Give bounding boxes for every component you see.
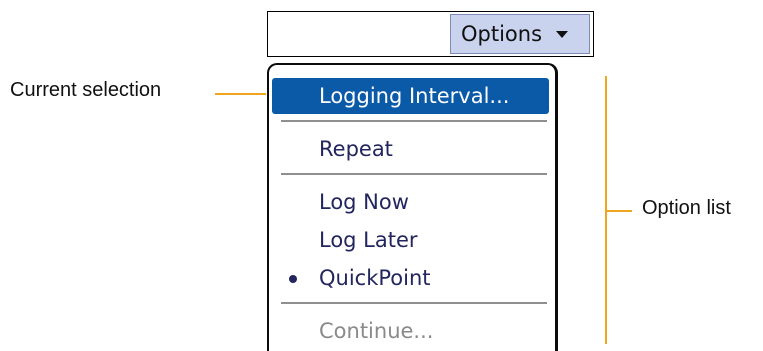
options-label: Options xyxy=(461,22,543,46)
menu-item-repeat[interactable]: Repeat xyxy=(269,131,555,167)
menu-separator xyxy=(281,120,547,122)
menu-separator xyxy=(281,173,547,175)
menu-item-continue: Continue... xyxy=(269,313,555,349)
options-menu: Logging Interval... Repeat Log Now Log L… xyxy=(267,63,558,351)
menu-item-label: QuickPoint xyxy=(319,266,431,290)
menu-item-log-later[interactable]: Log Later xyxy=(269,222,555,258)
menu-item-label: Log Later xyxy=(319,228,418,252)
menu-item-label: Repeat xyxy=(319,137,393,161)
callout-current-selection: Current selection xyxy=(10,79,162,101)
menu-item-label: Logging Interval... xyxy=(319,84,510,108)
chevron-down-icon xyxy=(556,30,569,38)
menu-item-quickpoint[interactable]: QuickPoint xyxy=(269,260,555,296)
callout-option-list: Option list xyxy=(642,197,731,219)
options-dropdown-button[interactable]: Options xyxy=(450,14,590,54)
callout-line xyxy=(215,93,266,95)
checked-bullet-icon xyxy=(289,275,297,283)
menu-item-label: Continue... xyxy=(319,319,434,343)
menu-item-logging-interval[interactable]: Logging Interval... xyxy=(272,78,549,114)
menu-item-log-now[interactable]: Log Now xyxy=(269,184,555,220)
menu-item-label: Log Now xyxy=(319,190,409,214)
callout-line xyxy=(605,210,632,212)
menu-separator xyxy=(281,302,547,304)
